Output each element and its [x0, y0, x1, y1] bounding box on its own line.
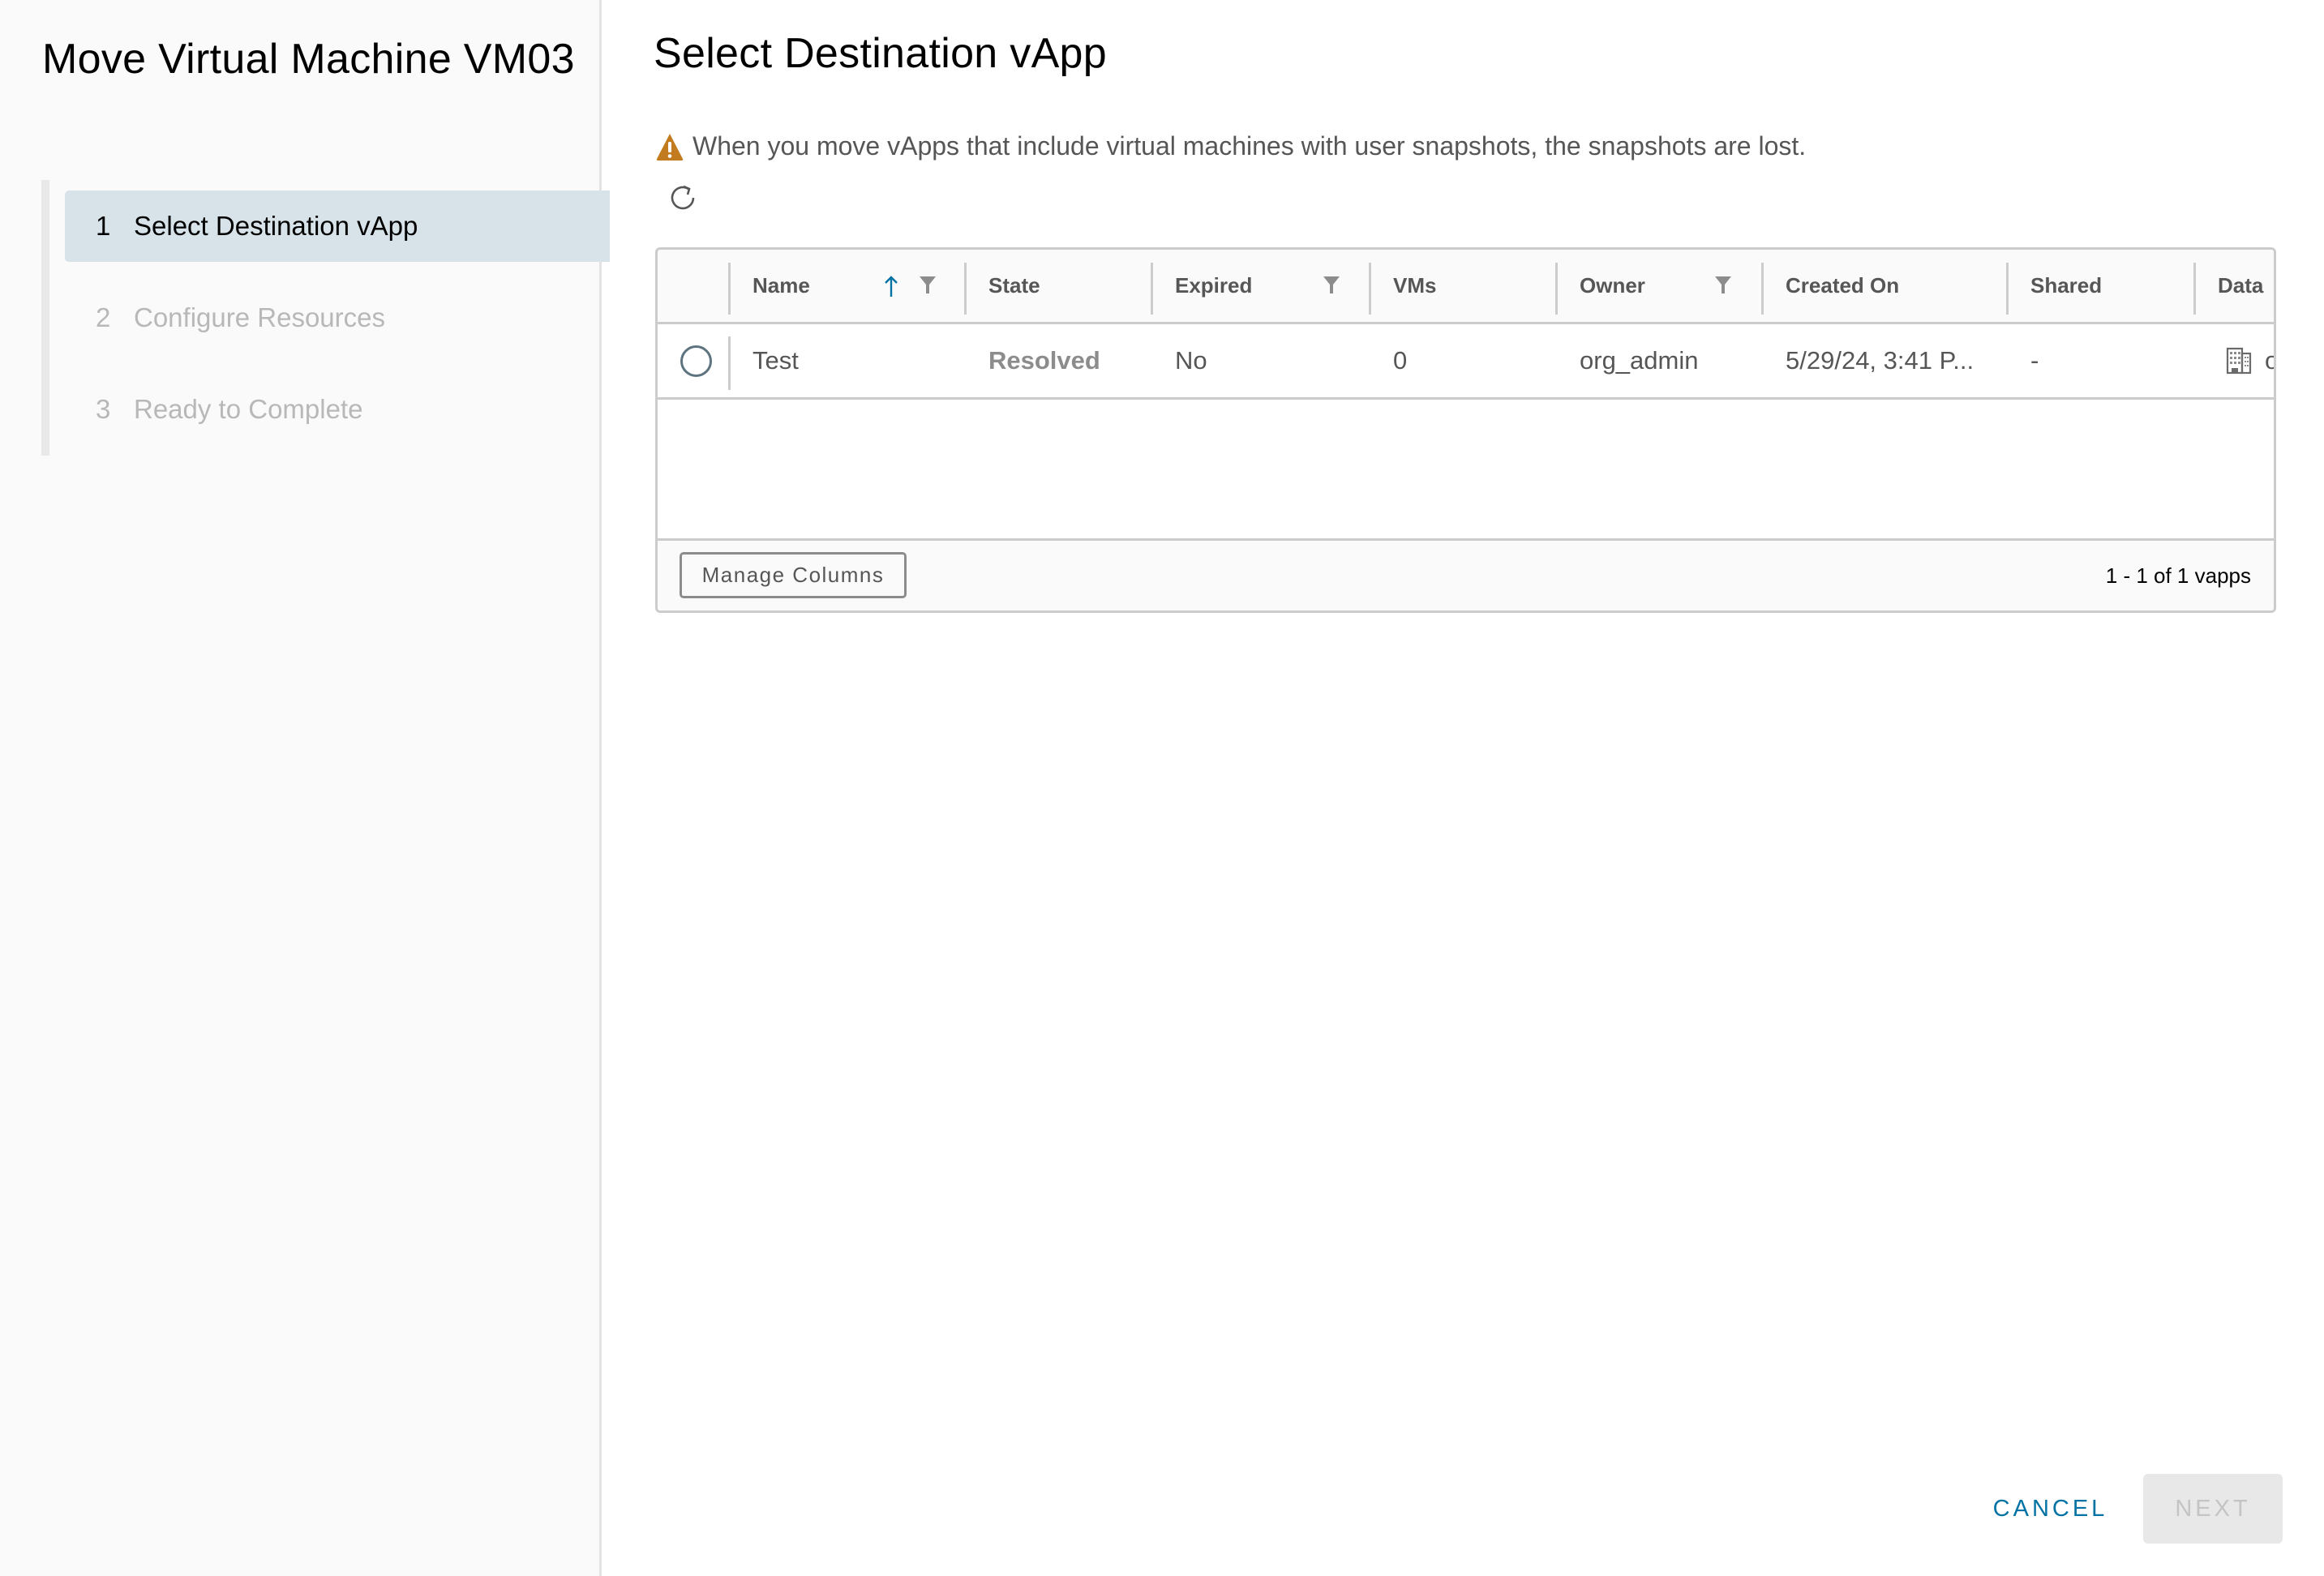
warning-message: When you move vApps that include virtual… — [655, 131, 1806, 161]
column-label: Expired — [1175, 273, 1253, 298]
column-label: Shared — [2030, 273, 2103, 298]
row-separator — [728, 336, 731, 390]
table-row[interactable]: Test Resolved No 0 org_admin 5/29/24, 3:… — [658, 324, 2274, 400]
column-separator[interactable] — [1369, 263, 1371, 315]
warning-text: When you move vApps that include virtual… — [692, 131, 1807, 161]
column-label: State — [988, 273, 1040, 298]
column-separator[interactable] — [964, 263, 967, 315]
column-header-state[interactable]: State — [988, 250, 1040, 322]
filter-icon[interactable] — [919, 274, 937, 299]
wizard-title: Move Virtual Machine VM03 — [42, 36, 575, 83]
column-header-shared[interactable]: Shared — [2030, 250, 2102, 322]
wizard-sidebar: Move Virtual Machine VM03 1 Select Desti… — [0, 0, 610, 1576]
column-separator[interactable] — [2006, 263, 2009, 315]
column-header-data[interactable]: Data — [2218, 250, 2263, 322]
step-number: 3 — [96, 394, 111, 424]
column-separator[interactable] — [2193, 263, 2196, 315]
cell-name: Test — [753, 346, 799, 375]
column-label: Name — [753, 273, 810, 298]
sort-ascending-icon[interactable] — [883, 274, 899, 302]
step-number: 1 — [96, 211, 111, 241]
column-separator[interactable] — [1555, 263, 1558, 315]
vapp-datagrid: Name State Expired VMs Owner Created On … — [655, 247, 2276, 613]
filter-icon[interactable] — [1323, 274, 1340, 299]
column-header-vms[interactable]: VMs — [1393, 250, 1436, 322]
row-select-radio[interactable] — [680, 345, 712, 377]
column-label: Created On — [1786, 273, 1900, 298]
step-label: Select Destination vApp — [134, 211, 418, 241]
column-header-expired[interactable]: Expired — [1175, 250, 1252, 322]
cancel-button[interactable]: CANCEL — [1992, 1474, 2109, 1544]
step-label: Configure Resources — [134, 302, 385, 332]
column-header-name[interactable]: Name — [753, 250, 810, 322]
grid-footer: Manage Columns 1 - 1 of 1 vapps — [658, 538, 2274, 610]
column-header-owner[interactable]: Owner — [1580, 250, 1645, 322]
warning-triangle-icon — [655, 132, 684, 161]
cell-data: o — [2226, 324, 2274, 397]
column-header-created-on[interactable]: Created On — [1786, 250, 1899, 322]
cell-state: Resolved — [988, 346, 1100, 375]
refresh-icon — [667, 182, 699, 218]
cell-owner: org_admin — [1580, 346, 1699, 375]
building-icon — [2226, 347, 2252, 375]
column-separator[interactable] — [1761, 263, 1764, 315]
next-button[interactable]: NEXT — [2143, 1474, 2283, 1544]
cell-shared: - — [2030, 346, 2039, 375]
cell-data-text: o — [2265, 346, 2274, 375]
column-separator[interactable] — [1151, 263, 1153, 315]
column-label: Data — [2218, 273, 2264, 298]
step-configure-resources: 2 Configure Resources — [65, 282, 610, 353]
page-title: Select Destination vApp — [654, 30, 1107, 77]
column-separator[interactable] — [728, 263, 731, 315]
step-label: Ready to Complete — [134, 394, 363, 424]
step-ready-to-complete: 3 Ready to Complete — [65, 374, 610, 445]
cell-vms: 0 — [1393, 346, 1408, 375]
filter-icon[interactable] — [1714, 274, 1732, 299]
step-number: 2 — [96, 302, 111, 332]
manage-columns-button[interactable]: Manage Columns — [680, 552, 907, 598]
pagination-info: 1 - 1 of 1 vapps — [2105, 563, 2251, 588]
column-label: VMs — [1393, 273, 1437, 298]
wizard-steps: 1 Select Destination vApp 2 Configure Re… — [41, 180, 610, 456]
cell-created-on: 5/29/24, 3:41 P... — [1786, 346, 1975, 375]
grid-header: Name State Expired VMs Owner Created On … — [658, 250, 2274, 324]
cell-expired: No — [1175, 346, 1207, 375]
column-label: Owner — [1580, 273, 1645, 298]
refresh-button[interactable] — [665, 182, 701, 217]
step-select-destination-vapp[interactable]: 1 Select Destination vApp — [65, 191, 610, 262]
